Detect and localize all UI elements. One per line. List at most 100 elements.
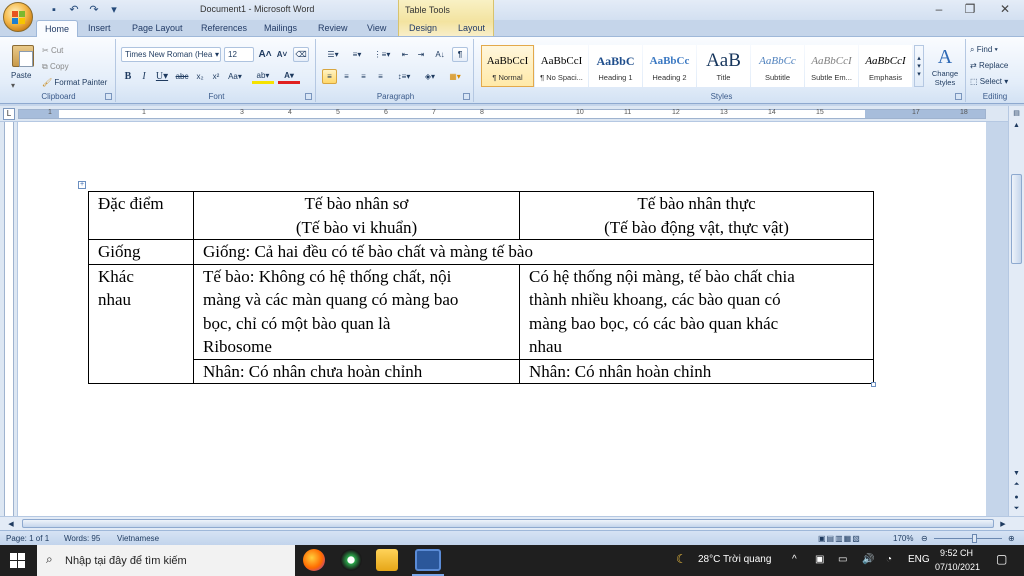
style-heading-1[interactable]: AaBbC Heading 1: [589, 45, 642, 87]
replace-button[interactable]: ⇄ Replace: [970, 61, 1008, 70]
header-cell-prokaryote[interactable]: Tế bào nhân sơ (Tế bào vi khuẩn): [193, 191, 520, 240]
paste-button[interactable]: Paste: [11, 71, 31, 80]
save-icon[interactable]: ▪: [46, 4, 62, 16]
line-spacing-icon[interactable]: ↕≡▾: [393, 69, 415, 84]
find-button[interactable]: ⌕ Find ▾: [970, 45, 998, 55]
cell-eukaryote-nucleus[interactable]: Nhân: Có nhân hoàn chỉnh: [519, 358, 874, 384]
windows-start-icon[interactable]: [10, 553, 25, 568]
tab-home[interactable]: Home: [36, 20, 79, 37]
styles-launcher-icon[interactable]: [955, 93, 962, 100]
paragraph-launcher-icon[interactable]: [463, 93, 470, 100]
show-formatting-marks-icon[interactable]: ¶: [452, 47, 468, 62]
highlight-color-icon[interactable]: ab▾: [252, 69, 274, 84]
zoom-slider-thumb[interactable]: [972, 534, 977, 543]
font-color-icon[interactable]: A▾: [278, 69, 300, 84]
office-button[interactable]: [3, 2, 33, 32]
style-title[interactable]: AaB Title: [697, 45, 750, 87]
clipboard-launcher-icon[interactable]: [105, 93, 112, 100]
language-indicator-taskbar[interactable]: ENG: [908, 554, 930, 565]
vertical-scroll-thumb[interactable]: [1011, 174, 1022, 264]
zoom-out-icon[interactable]: ⊖: [921, 534, 928, 543]
format-painter-button[interactable]: 🖌 Format Painter: [42, 78, 107, 87]
undo-icon[interactable]: ↶: [66, 3, 82, 16]
firefox-icon[interactable]: [303, 549, 325, 571]
tab-review[interactable]: Review: [318, 23, 348, 33]
chevron-up-icon[interactable]: ^: [792, 554, 797, 565]
zoom-level[interactable]: 170%: [893, 534, 913, 543]
header-cell-feature[interactable]: Đặc điểm: [88, 191, 194, 240]
volume-icon[interactable]: 🔊: [862, 554, 874, 565]
clear-formatting-icon[interactable]: ⌫: [293, 47, 309, 62]
notification-center-icon[interactable]: ▢: [996, 552, 1007, 566]
maximize-icon[interactable]: ❐: [955, 2, 985, 16]
font-name-dropdown-icon[interactable]: ▾: [213, 47, 221, 62]
scroll-right-icon[interactable]: ▶: [998, 519, 1008, 529]
cell-prokaryote-structure[interactable]: Tế bào: Không có hệ thống chất, nội màng…: [193, 263, 520, 360]
style-subtitle[interactable]: AaBbCc Subtitle: [751, 45, 804, 87]
zoom-in-icon[interactable]: ⊕: [1008, 534, 1015, 543]
scroll-left-icon[interactable]: ◀: [6, 519, 16, 529]
style-normal[interactable]: AaBbCcI ¶ Normal: [481, 45, 534, 87]
styles-scroll-icon[interactable]: ▴ ▾ ▾: [914, 45, 924, 87]
clock-time[interactable]: 9:52 CH: [940, 548, 973, 558]
file-explorer-icon[interactable]: [376, 549, 398, 571]
clock-date[interactable]: 07/10/2021: [935, 562, 980, 572]
previous-page-icon[interactable]: ⏶: [1011, 480, 1022, 490]
minimize-icon[interactable]: –: [924, 2, 954, 16]
multilevel-list-icon[interactable]: ⋮≡▾: [370, 47, 394, 62]
next-page-icon[interactable]: ⏷: [1011, 504, 1022, 514]
style-subtle-emphasis[interactable]: AaBbCcI Subtle Em...: [805, 45, 858, 87]
row-label-different[interactable]: Khác nhau: [88, 263, 194, 384]
scroll-up-icon[interactable]: ▲: [1011, 120, 1022, 130]
align-left-icon[interactable]: ≡: [322, 69, 337, 84]
row-label-same[interactable]: Giống: [88, 239, 194, 265]
decrease-indent-icon[interactable]: ⇤: [398, 47, 412, 62]
tab-design[interactable]: Design: [409, 23, 437, 33]
customize-qat-icon[interactable]: ▾: [106, 3, 122, 16]
cell-eukaryote-structure[interactable]: Có hệ thống nội màng, tế bào chất chia t…: [519, 263, 874, 360]
network-icon[interactable]: ◔: [886, 554, 892, 565]
document-area[interactable]: + Đặc điểm Tế bào nhân sơ (Tế bào vi khu…: [18, 122, 986, 516]
grow-font-icon[interactable]: A˄: [258, 47, 271, 62]
font-launcher-icon[interactable]: [305, 93, 312, 100]
shrink-font-icon[interactable]: A˅: [276, 47, 288, 62]
page-count[interactable]: Page: 1 of 1: [6, 534, 49, 543]
italic-icon[interactable]: I: [137, 69, 151, 84]
select-button[interactable]: ⬚ Select ▾: [970, 77, 1008, 86]
tab-view[interactable]: View: [367, 23, 386, 33]
word-taskbar-icon[interactable]: [415, 549, 441, 571]
borders-icon[interactable]: ▦▾: [444, 69, 466, 84]
weather-text[interactable]: 28°C Trời quang: [698, 554, 771, 565]
document-page[interactable]: + Đặc điểm Tế bào nhân sơ (Tế bào vi khu…: [18, 122, 986, 516]
numbering-icon[interactable]: ≡▾: [346, 47, 368, 62]
tab-insert[interactable]: Insert: [88, 23, 111, 33]
zoom-slider[interactable]: [934, 538, 1002, 539]
justify-icon[interactable]: ≡: [373, 69, 388, 84]
tab-page-layout[interactable]: Page Layout: [132, 23, 183, 33]
notification-app-icon[interactable]: ▣: [815, 554, 824, 565]
copy-button[interactable]: ⧉ Copy: [42, 62, 69, 72]
redo-icon[interactable]: ↷: [86, 3, 102, 16]
header-cell-eukaryote[interactable]: Tế bào nhân thực (Tế bào động vật, thực …: [519, 191, 874, 240]
cell-prokaryote-nucleus[interactable]: Nhân: Có nhân chưa hoàn chỉnh: [193, 358, 520, 384]
increase-indent-icon[interactable]: ⇥: [414, 47, 428, 62]
tab-mailings[interactable]: Mailings: [264, 23, 297, 33]
font-size-select[interactable]: 12: [224, 47, 254, 62]
horizontal-scroll-thumb[interactable]: [22, 519, 994, 528]
horizontal-scrollbar[interactable]: ◀ ▶: [0, 516, 1024, 530]
language-indicator[interactable]: Vietnamese: [117, 534, 159, 543]
change-styles-button[interactable]: A Change Styles: [928, 43, 962, 89]
tab-selector-icon[interactable]: L: [3, 108, 15, 120]
table-move-handle-icon[interactable]: +: [78, 181, 86, 189]
superscript-icon[interactable]: x²: [209, 69, 223, 84]
style-no-spacing[interactable]: AaBbCcI ¶ No Spaci...: [535, 45, 588, 87]
font-name-select[interactable]: Times New Roman (Hea: [121, 47, 221, 62]
select-browse-object-icon[interactable]: ●: [1011, 492, 1022, 502]
horizontal-ruler[interactable]: L 1 1 3 4 5 6 7 8 10 11 12 13 14 15 17 1…: [0, 106, 1024, 122]
align-center-icon[interactable]: ≡: [339, 69, 354, 84]
style-emphasis[interactable]: AaBbCcI Emphasis: [859, 45, 912, 87]
scroll-down-icon[interactable]: ▼: [1011, 468, 1022, 478]
cell-same-text[interactable]: Giống: Cả hai đều có tế bào chất và màng…: [193, 239, 874, 265]
subscript-icon[interactable]: x₂: [193, 69, 207, 84]
camtasia-icon[interactable]: [340, 549, 362, 571]
